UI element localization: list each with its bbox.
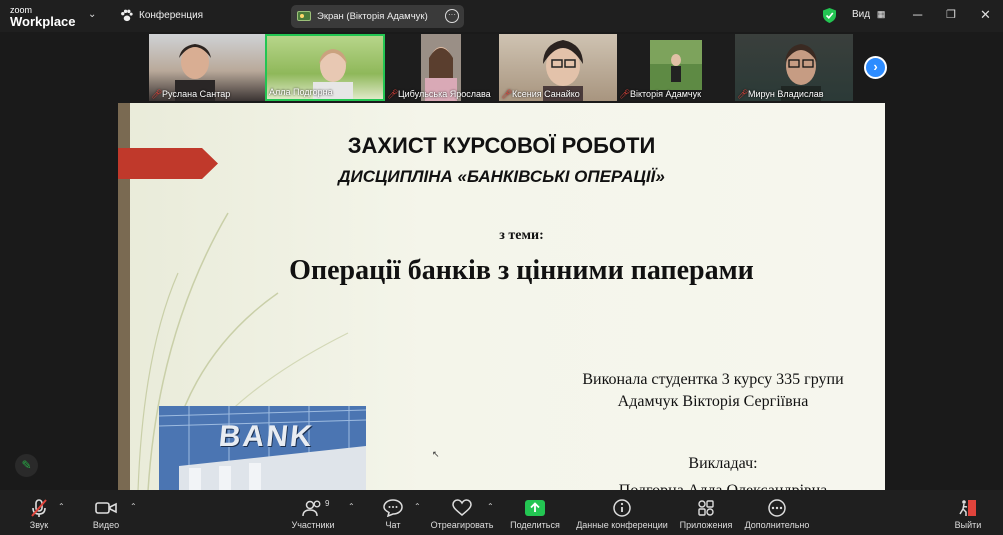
next-page-button[interactable]: › xyxy=(864,56,887,79)
apps-button[interactable]: Приложения xyxy=(679,490,733,535)
more-dots-icon xyxy=(768,499,786,517)
chat-button[interactable]: Чат xyxy=(380,490,406,535)
video-label: Видео xyxy=(92,520,120,530)
leave-button[interactable]: Выйти xyxy=(954,490,982,535)
chevron-right-icon: › xyxy=(873,59,878,74)
participant-tile[interactable]: 🎤︎ Вікторія Адамчук xyxy=(617,34,735,101)
participant-tile[interactable]: 🎤︎ Мирун Владислав xyxy=(735,34,853,101)
conference-label: Конференция xyxy=(139,10,204,21)
meeting-toolbar: Звук ⌃ Видео ⌃ Участники 9 ⌃ Чат ⌃ Отреа… xyxy=(0,490,1003,535)
meeting-info-button[interactable]: Данные конференции xyxy=(576,490,668,535)
share-label: Поделиться xyxy=(510,520,560,530)
participant-tile[interactable]: 🎤︎ Руслана Сантар xyxy=(149,34,265,101)
video-button[interactable]: Видео xyxy=(88,490,124,535)
more-options-icon[interactable]: ··· xyxy=(445,9,459,23)
slide-subtitle: ДИСЦИПЛІНА «БАНКІВСЬКІ ОПЕРАЦІЇ» xyxy=(338,167,665,186)
audio-label: Звук xyxy=(29,520,49,530)
shared-screen-slide: ЗАХИСТ КУРСОВОЇ РОБОТИ ДИСЦИПЛІНА «БАНКІ… xyxy=(118,103,885,491)
screen-share-label: Экран (Вікторія Адамчук) xyxy=(317,11,428,22)
participant-name: 🎤︎ Руслана Сантар xyxy=(151,88,231,99)
slide-title: ЗАХИСТ КУРСОВОЇ РОБОТИ xyxy=(347,133,656,158)
slide-topic-prefix: з теми: xyxy=(499,228,544,243)
participants-label: Участники xyxy=(291,520,335,530)
mic-muted-icon: 🎤︎ xyxy=(619,88,631,99)
participants-icon xyxy=(302,500,321,517)
mic-muted-icon: 🎤︎ xyxy=(387,88,399,99)
bank-building-image: BANK xyxy=(159,406,366,491)
participant-name: Алла Подгорна xyxy=(269,87,333,97)
participant-tile[interactable]: 🎤︎ Ксения Санайко xyxy=(499,34,617,101)
apps-icon xyxy=(698,500,714,516)
participant-name: 🎤︎ Ксения Санайко xyxy=(501,88,580,99)
restore-icon[interactable]: ❐ xyxy=(946,8,956,21)
meeting-info-label: Данные конференции xyxy=(576,520,668,530)
leave-door-icon xyxy=(959,500,976,516)
share-arrow-icon xyxy=(525,500,545,516)
video-options-caret[interactable]: ⌃ xyxy=(130,502,137,511)
close-icon[interactable]: ✕ xyxy=(980,7,991,23)
chat-label: Чат xyxy=(385,520,401,530)
mic-muted-icon xyxy=(31,499,47,517)
zoom-logo[interactable]: zoom Workplace xyxy=(10,5,76,29)
mic-muted-icon: 🎤︎ xyxy=(501,88,513,99)
participant-name: 🎤︎ Вікторія Адамчук xyxy=(619,88,702,99)
more-button[interactable]: Дополнительно xyxy=(744,490,810,535)
security-shield-icon[interactable] xyxy=(823,8,836,23)
more-label: Дополнительно xyxy=(744,520,810,530)
audio-button[interactable]: Звук xyxy=(22,490,56,535)
chat-bubble-icon xyxy=(383,499,403,517)
share-button[interactable]: Поделиться xyxy=(510,490,560,535)
pen-icon: ✎ xyxy=(21,458,32,472)
chat-options-caret[interactable]: ⌃ xyxy=(414,502,421,511)
view-menu[interactable]: Вид ▦ xyxy=(852,9,885,20)
view-label: Вид xyxy=(852,9,871,20)
brand-line2: Workplace xyxy=(10,14,76,29)
conference-menu[interactable]: Конференция xyxy=(120,9,203,22)
react-label: Отреагировать xyxy=(430,520,494,530)
chevron-down-icon[interactable]: ⌄ xyxy=(88,9,96,20)
info-icon xyxy=(613,499,631,517)
slide-topic: Операції банків з цінними паперами xyxy=(289,255,754,286)
participant-tile[interactable]: 🎤︎ Цибульська Ярослава xyxy=(385,34,499,101)
minimize-icon[interactable]: ─ xyxy=(913,7,922,22)
share-screen-icon xyxy=(297,10,311,21)
annotate-pen-button[interactable]: ✎ xyxy=(15,454,38,477)
paw-icon xyxy=(121,9,133,22)
react-button[interactable]: Отреагировать xyxy=(430,490,494,535)
bank-sign-text: BANK xyxy=(217,420,316,453)
participants-count: 9 xyxy=(325,499,330,508)
mouse-cursor-icon: ↖ xyxy=(432,449,440,459)
heart-icon xyxy=(452,499,472,516)
slide-teacher-label: Викладач: xyxy=(688,455,758,472)
zoom-window: zoom Workplace ⌄ Конференция Экран (Вікт… xyxy=(0,0,1003,535)
audio-options-caret[interactable]: ⌃ xyxy=(58,502,65,511)
react-options-caret[interactable]: ⌃ xyxy=(487,502,494,511)
participant-name: 🎤︎ Мирун Владислав xyxy=(737,88,824,99)
grid-icon: ▦ xyxy=(876,9,886,19)
apps-label: Приложения xyxy=(679,520,733,530)
mic-muted-icon: 🎤︎ xyxy=(737,88,749,99)
participants-button[interactable]: Участники xyxy=(288,490,338,535)
video-camera-icon xyxy=(95,502,117,514)
leave-label: Выйти xyxy=(954,520,982,530)
participant-tile-active[interactable]: Алла Подгорна xyxy=(265,34,385,101)
title-bar: zoom Workplace ⌄ Конференция Экран (Вікт… xyxy=(0,0,1003,32)
screen-share-indicator[interactable]: Экран (Вікторія Адамчук) ··· xyxy=(291,5,464,28)
slide-author-line2: Адамчук Вікторія Сергіївна xyxy=(617,393,809,410)
mic-muted-icon: 🎤︎ xyxy=(151,88,163,99)
participant-name: 🎤︎ Цибульська Ярослава xyxy=(387,88,491,99)
slide-author-line1: Виконала студентка 3 курсу 335 групи xyxy=(582,371,844,388)
participants-options-caret[interactable]: ⌃ xyxy=(348,502,355,511)
participants-strip: 🎤︎ Руслана Сантар Алла Подгорна 🎤︎ Цибульс… xyxy=(149,34,853,101)
